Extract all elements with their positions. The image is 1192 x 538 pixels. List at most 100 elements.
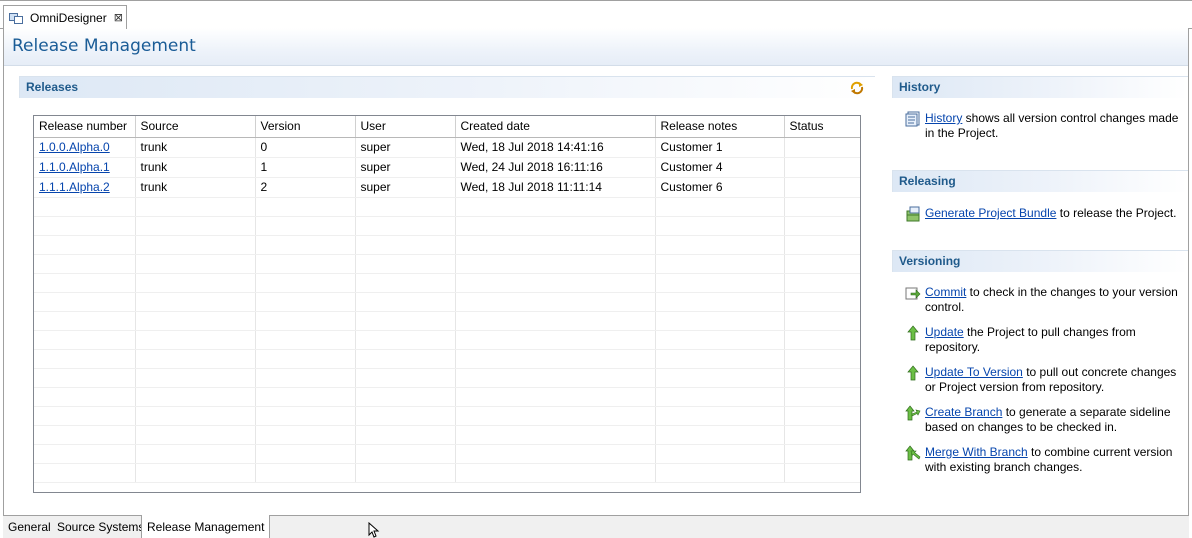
empty-cell (34, 368, 136, 388)
empty-cell (355, 292, 456, 312)
empty-cell (455, 197, 656, 217)
empty-cell (455, 330, 656, 350)
update-link[interactable]: Update (925, 325, 964, 339)
sync-icon[interactable] (849, 80, 865, 96)
empty-cell (135, 216, 256, 236)
empty-cell (655, 216, 785, 236)
column-header[interactable]: Status (784, 116, 860, 138)
empty-cell (34, 425, 136, 445)
releasing-description: Generate Project Bundle to release the P… (925, 206, 1192, 221)
column-header[interactable]: Created date (455, 116, 656, 138)
empty-table-row (34, 273, 860, 293)
empty-cell (34, 330, 136, 350)
editor-tab-title: OmniDesigner (30, 10, 107, 25)
history-description: History shows all version control change… (925, 111, 1180, 141)
empty-cell (784, 444, 860, 464)
empty-table-row (34, 254, 860, 274)
empty-cell (784, 273, 860, 293)
version-cell: 0 (255, 137, 356, 158)
empty-cell (355, 463, 456, 483)
history-section-title: History (899, 80, 941, 94)
empty-cell (784, 406, 860, 426)
empty-cell (355, 235, 456, 255)
empty-cell (34, 349, 136, 369)
releases-table[interactable]: Release number Source Version User Creat… (33, 115, 861, 493)
empty-cell (655, 387, 785, 407)
empty-cell (34, 197, 136, 217)
history-icon (905, 111, 920, 127)
bundle-icon (906, 206, 920, 222)
empty-cell (655, 292, 785, 312)
empty-cell (355, 406, 456, 426)
tab-release-management[interactable]: Release Management (141, 515, 271, 538)
tab-general[interactable]: General (3, 516, 57, 538)
release-notes-cell: Customer 6 (655, 177, 785, 198)
empty-table-row (34, 387, 860, 407)
empty-cell (135, 197, 256, 217)
empty-cell (255, 254, 356, 274)
empty-table-row (34, 406, 860, 426)
empty-cell (34, 406, 136, 426)
editor-tab-strip: OmniDesigner ⊠ (0, 0, 1192, 29)
empty-cell (34, 444, 136, 464)
release-number-link[interactable]: 1.1.1.Alpha.2 (39, 180, 110, 194)
empty-cell (455, 406, 656, 426)
empty-cell (255, 197, 356, 217)
column-header[interactable]: Release number (34, 116, 136, 138)
create-branch-link[interactable]: Create Branch (925, 405, 1002, 419)
close-icon[interactable]: ⊠ (114, 11, 123, 24)
created-date-cell: Wed, 18 Jul 2018 11:11:14 (455, 177, 656, 198)
empty-cell (135, 292, 256, 312)
empty-cell (655, 273, 785, 293)
empty-cell (655, 444, 785, 464)
table-row[interactable]: 1.1.0.Alpha.1 trunk 1 super Wed, 24 Jul … (34, 157, 860, 178)
merge-with-branch-link[interactable]: Merge With Branch (925, 445, 1028, 459)
releasing-text: to release the Project. (1056, 206, 1177, 220)
empty-cell (784, 216, 860, 236)
create-branch-description: Create Branch to generate a separate sid… (925, 405, 1180, 435)
column-header[interactable]: Version (255, 116, 356, 138)
releases-section-title: Releases (26, 80, 79, 94)
tab-source-systems[interactable]: Source Systems (52, 516, 151, 538)
update-description: Update the Project to pull changes from … (925, 325, 1180, 355)
empty-cell (135, 273, 256, 293)
empty-cell (135, 425, 256, 445)
column-header[interactable]: Release notes (655, 116, 785, 138)
commit-link[interactable]: Commit (925, 285, 966, 299)
empty-cell (255, 444, 356, 464)
update-to-version-link[interactable]: Update To Version (925, 365, 1023, 379)
empty-cell (784, 292, 860, 312)
empty-cell (34, 311, 136, 331)
history-link[interactable]: History (925, 111, 962, 125)
table-header-row: Release number Source Version User Creat… (34, 116, 860, 138)
generate-project-bundle-link[interactable]: Generate Project Bundle (925, 206, 1056, 220)
empty-cell (255, 330, 356, 350)
empty-cell (255, 425, 356, 445)
version-cell: 2 (255, 177, 356, 198)
source-cell: trunk (135, 137, 256, 158)
empty-cell (255, 387, 356, 407)
empty-table-row (34, 235, 860, 255)
empty-table-row (34, 425, 860, 445)
release-number-link[interactable]: 1.0.0.Alpha.0 (39, 140, 110, 154)
column-header[interactable]: Source (135, 116, 256, 138)
table-row[interactable]: 1.0.0.Alpha.0 trunk 0 super Wed, 18 Jul … (34, 137, 860, 158)
empty-cell (784, 368, 860, 388)
empty-cell (135, 235, 256, 255)
versioning-item-update: Update the Project to pull changes from … (905, 325, 1180, 355)
branch-icon (905, 405, 921, 421)
editor-tab-omnidesigner[interactable]: OmniDesigner ⊠ (3, 5, 127, 29)
user-cell: super (355, 177, 456, 198)
empty-cell (255, 311, 356, 331)
empty-cell (355, 330, 456, 350)
table-row[interactable]: 1.1.1.Alpha.2 trunk 2 super Wed, 18 Jul … (34, 177, 860, 198)
empty-cell (355, 311, 456, 331)
release-number-link[interactable]: 1.1.0.Alpha.1 (39, 160, 110, 174)
empty-table-row (34, 444, 860, 464)
empty-table-row (34, 330, 860, 350)
empty-cell (255, 406, 356, 426)
release-notes-cell: Customer 1 (655, 137, 785, 158)
history-section-header: History (892, 76, 1188, 98)
column-header[interactable]: User (355, 116, 456, 138)
empty-cell (455, 368, 656, 388)
